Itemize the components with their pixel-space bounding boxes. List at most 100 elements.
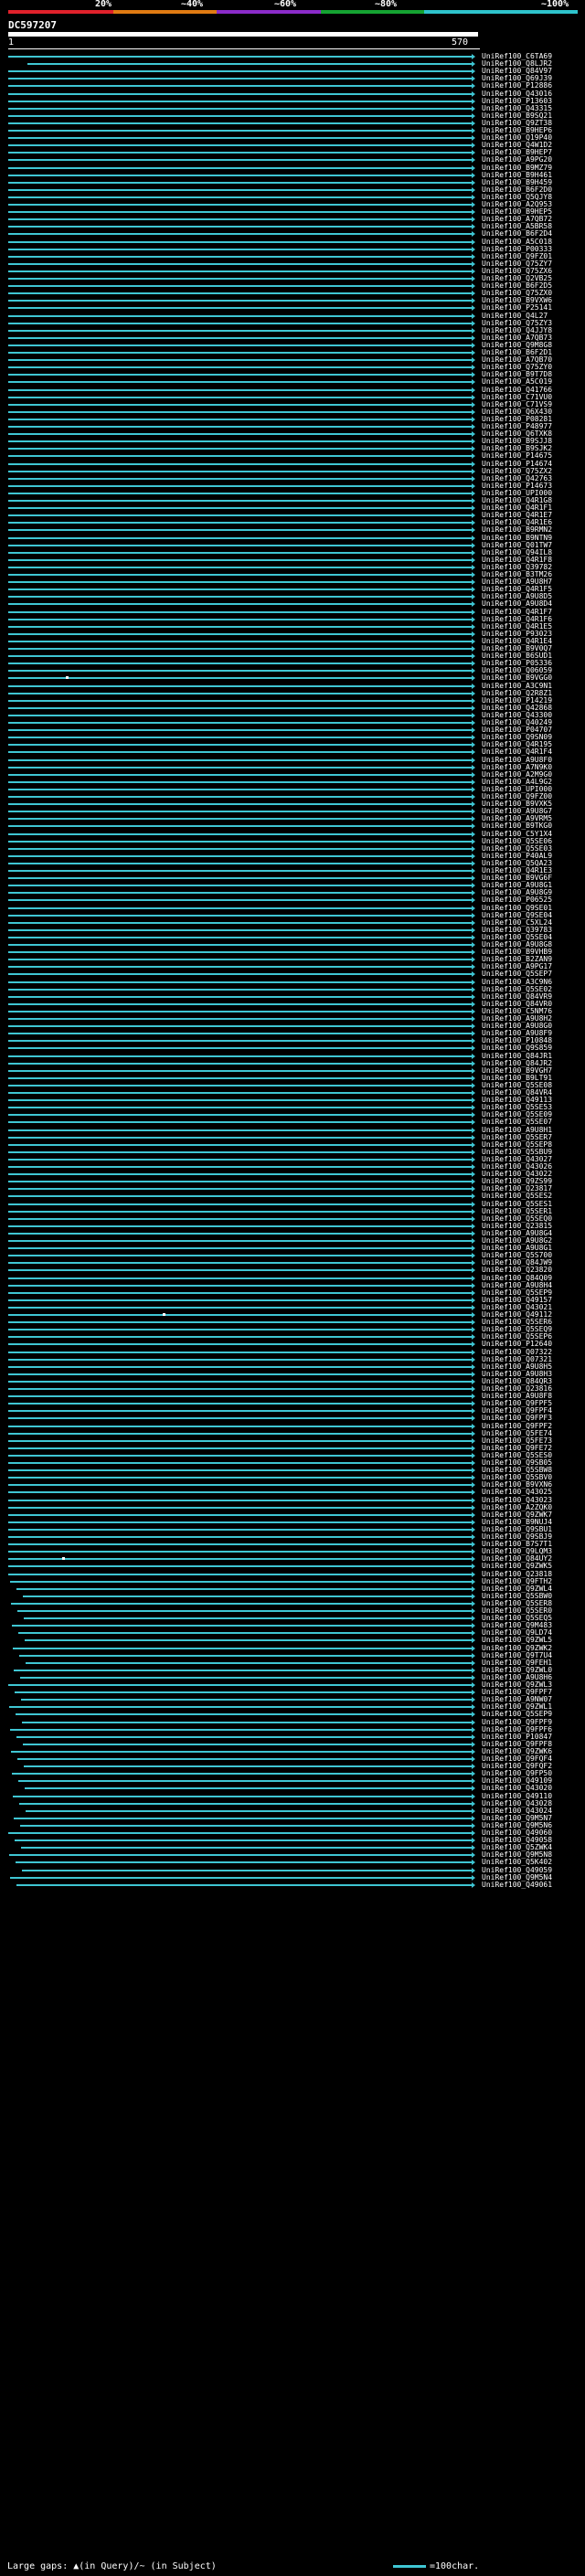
gap-marker (62, 1557, 65, 1561)
hit-alignment-bar (27, 63, 472, 66)
hit-alignment-bar (8, 1373, 472, 1375)
hit-alignment-bar (8, 1099, 472, 1102)
hit-alignment-bar (8, 1002, 472, 1005)
hit-end-arrow-icon (472, 890, 475, 896)
hit-row[interactable]: UniRef100_Q49061 (0, 1881, 585, 1889)
hit-end-arrow-icon (472, 1246, 475, 1252)
hit-end-arrow-icon (472, 557, 475, 563)
hit-end-arrow-icon (472, 535, 475, 541)
hit-end-arrow-icon (472, 1659, 475, 1666)
hit-end-arrow-icon (472, 1394, 475, 1400)
hit-end-arrow-icon (472, 490, 475, 496)
hit-alignment-bar (8, 159, 472, 162)
hit-alignment-bar (24, 1765, 472, 1768)
hit-end-arrow-icon (472, 794, 475, 800)
hit-end-arrow-icon (472, 1608, 475, 1614)
hit-end-arrow-icon (472, 1134, 475, 1140)
hit-end-arrow-icon (472, 1571, 475, 1577)
hit-end-arrow-icon (472, 587, 475, 593)
hit-end-arrow-icon (472, 209, 475, 216)
hit-alignment-bar (8, 892, 472, 895)
hit-end-arrow-icon (472, 186, 475, 193)
hit-end-arrow-icon (472, 1260, 475, 1267)
hit-end-arrow-icon (472, 1719, 475, 1725)
hit-alignment-bar (8, 1454, 472, 1457)
hit-alignment-bar (8, 137, 472, 140)
hit-end-arrow-icon (472, 1253, 475, 1259)
hit-end-arrow-icon (472, 1045, 475, 1052)
hit-alignment-bar (8, 204, 472, 206)
hit-alignment-bar (8, 1136, 472, 1139)
hit-end-arrow-icon (472, 801, 475, 808)
hit-alignment-bar (8, 566, 472, 568)
hit-end-arrow-icon (472, 179, 475, 186)
hit-end-arrow-icon (472, 268, 475, 274)
hit-alignment-bar (20, 1824, 472, 1827)
hit-end-arrow-icon (472, 150, 475, 156)
hit-end-arrow-icon (472, 69, 475, 75)
hit-end-arrow-icon (472, 1867, 475, 1873)
hit-end-arrow-icon (472, 690, 475, 696)
hit-alignment-bar (8, 166, 472, 169)
hit-end-arrow-icon (472, 1623, 475, 1629)
hit-alignment-bar (8, 396, 472, 398)
hit-alignment-bar (8, 462, 472, 465)
hit-alignment-bar (8, 1173, 472, 1176)
hit-end-arrow-icon (472, 202, 475, 207)
hit-alignment-bar (8, 174, 472, 176)
hit-alignment-bar (8, 618, 472, 620)
hit-end-arrow-icon (472, 1645, 475, 1651)
hit-alignment-bar (8, 292, 472, 295)
hit-alignment-bar (8, 1462, 472, 1464)
hit-end-arrow-icon (472, 164, 475, 171)
hit-alignment-bar (8, 1018, 472, 1020)
hit-end-arrow-icon (472, 1756, 475, 1762)
hit-end-arrow-icon (472, 1452, 475, 1458)
hit-alignment-bar (8, 1565, 472, 1568)
hit-end-arrow-icon (472, 631, 475, 637)
hit-end-arrow-icon (472, 224, 475, 230)
hit-alignment-bar (8, 484, 472, 487)
hit-end-arrow-icon (472, 712, 475, 718)
hit-end-arrow-icon (472, 1838, 475, 1844)
hit-end-arrow-icon (472, 905, 475, 911)
hit-end-arrow-icon (472, 934, 475, 940)
hit-alignment-bar (16, 1883, 472, 1886)
hit-alignment-bar (8, 1262, 472, 1265)
hit-alignment-bar (8, 218, 472, 221)
hit-end-arrow-icon (472, 809, 475, 815)
hit-end-arrow-icon (472, 1341, 475, 1348)
hit-alignment-bar (8, 1240, 472, 1242)
hit-end-arrow-icon (472, 76, 475, 82)
hit-end-arrow-icon (472, 387, 475, 393)
hit-end-arrow-icon (472, 90, 475, 97)
hit-alignment-bar (8, 1217, 472, 1220)
hit-end-arrow-icon (472, 1800, 475, 1807)
hit-end-arrow-icon (472, 105, 475, 111)
hit-alignment-bar (8, 226, 472, 228)
hit-alignment-bar (8, 1210, 472, 1213)
hit-alignment-bar (12, 1625, 472, 1627)
hit-alignment-bar (8, 966, 472, 969)
hit-alignment-bar (8, 107, 472, 110)
hit-end-arrow-icon (472, 291, 475, 297)
hit-end-arrow-icon (472, 1526, 475, 1532)
hit-alignment-bar (8, 322, 472, 324)
hit-end-arrow-icon (472, 394, 475, 400)
hit-alignment-bar (8, 329, 472, 332)
hit-end-arrow-icon (472, 749, 475, 756)
hit-alignment-bar (8, 1047, 472, 1050)
hit-end-arrow-icon (472, 1542, 475, 1548)
hit-end-arrow-icon (472, 705, 475, 711)
hit-alignment-bar (8, 1181, 472, 1183)
hit-alignment-bar (8, 692, 472, 694)
hit-alignment-bar (8, 1062, 472, 1065)
hit-end-arrow-icon (472, 513, 475, 519)
hit-end-arrow-icon (472, 1504, 475, 1511)
hit-end-arrow-icon (472, 498, 475, 504)
hit-alignment-bar (8, 1543, 472, 1546)
hit-label[interactable]: UniRef100_Q49061 (482, 1881, 552, 1889)
hit-end-arrow-icon (472, 1793, 475, 1799)
hit-end-arrow-icon (472, 1638, 475, 1644)
hit-end-arrow-icon (472, 350, 475, 355)
